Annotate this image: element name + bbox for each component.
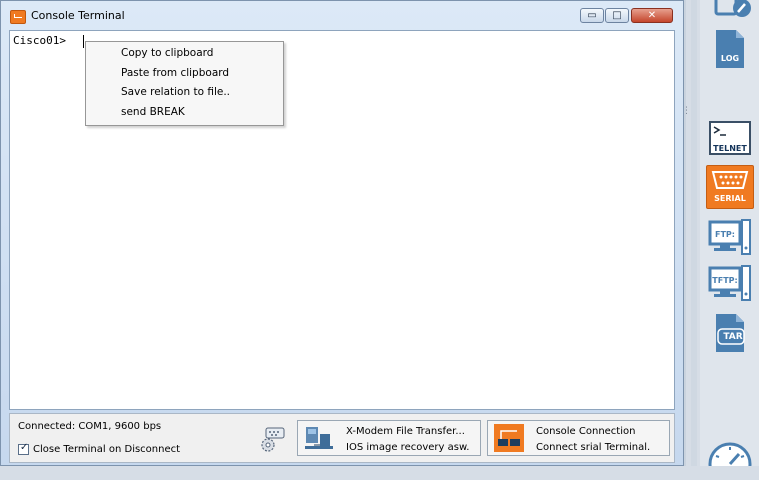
terminal-prompt: Cisco01> — [13, 34, 66, 47]
splitter-handle[interactable] — [691, 0, 697, 466]
console-connection-button[interactable]: Console Connection Connect srial Termina… — [487, 420, 670, 456]
toolbar-telnet-label: TELNET — [713, 144, 747, 153]
console-connection-title: Console Connection — [536, 426, 636, 437]
maximize-icon: □ — [612, 10, 622, 21]
maximize-button[interactable]: □ — [605, 8, 629, 23]
menu-item-save-relation[interactable]: Save relation to file.. — [86, 83, 283, 103]
window-title: Console Terminal — [31, 9, 125, 22]
close-button[interactable]: ✕ — [631, 8, 673, 23]
connection-status: Connected: COM1, 9600 bps — [18, 421, 162, 432]
status-panel: Connected: COM1, 9600 bps ✓ Close Termin… — [9, 413, 675, 463]
minimize-icon: ▭ — [587, 10, 597, 21]
text-cursor — [83, 35, 84, 48]
menu-item-send-break[interactable]: send BREAK — [86, 103, 283, 123]
menu-item-paste[interactable]: Paste from clipboard — [86, 64, 283, 84]
xmodem-transfer-icon — [305, 427, 333, 449]
toolbar-tftp-button[interactable]: TFTP: — [706, 264, 754, 308]
close-on-disconnect-label[interactable]: Close Terminal on Disconnect — [33, 444, 180, 455]
toolbar-log-button[interactable]: LOG — [706, 28, 754, 72]
toolbar-telnet-button[interactable]: TELNET — [706, 118, 754, 162]
splitter-grip-icon: ⋮ — [682, 106, 691, 116]
serial-settings-gear-icon[interactable] — [259, 426, 287, 454]
toolbar-ftp-button[interactable]: FTP: — [706, 218, 754, 262]
xmodem-subtitle: IOS image recovery asw. — [346, 442, 470, 453]
side-toolbar: LOG TELNET SERIAL FTP: TFTP: TAR — [700, 0, 759, 480]
toolbar-tar-button[interactable]: TAR — [706, 312, 754, 356]
close-on-disconnect-row: ✓ Close Terminal on Disconnect — [18, 442, 180, 455]
console-connection-icon — [494, 424, 524, 452]
menu-item-copy[interactable]: Copy to clipboard — [86, 44, 283, 64]
log-file-icon — [716, 30, 744, 68]
context-menu: Copy to clipboard Paste from clipboard S… — [85, 41, 284, 126]
xmodem-title: X-Modem File Transfer... — [346, 426, 465, 437]
gauge-icon — [708, 442, 752, 480]
toolbar-serial-button[interactable]: SERIAL — [706, 165, 754, 209]
console-terminal-window: Console Terminal ▭ □ ✕ Cisco01> Connecte… — [0, 0, 684, 466]
title-bar[interactable]: Console Terminal ▭ □ ✕ — [1, 1, 683, 29]
window-controls: ▭ □ ✕ — [579, 8, 673, 23]
close-on-disconnect-checkbox[interactable]: ✓ — [18, 442, 29, 455]
toolbar-log-label: LOG — [720, 54, 740, 63]
checkmark-icon: ✓ — [20, 442, 29, 453]
xmodem-transfer-button[interactable]: X-Modem File Transfer... IOS image recov… — [297, 420, 481, 456]
app-icon — [10, 10, 26, 24]
toolbar-serial-label: SERIAL — [714, 194, 746, 203]
toolbar-speed-button[interactable] — [706, 436, 754, 480]
toolbar-ftp-label: FTP: — [715, 230, 735, 239]
toolbar-tar-label: TAR — [723, 332, 743, 342]
toolbar-tftp-label: TFTP: — [712, 276, 738, 285]
edit-icon — [714, 0, 751, 17]
close-icon: ✕ — [647, 10, 657, 21]
console-connection-subtitle: Connect srial Terminal. — [536, 442, 651, 453]
minimize-button[interactable]: ▭ — [580, 8, 604, 23]
window-divider — [684, 0, 686, 466]
